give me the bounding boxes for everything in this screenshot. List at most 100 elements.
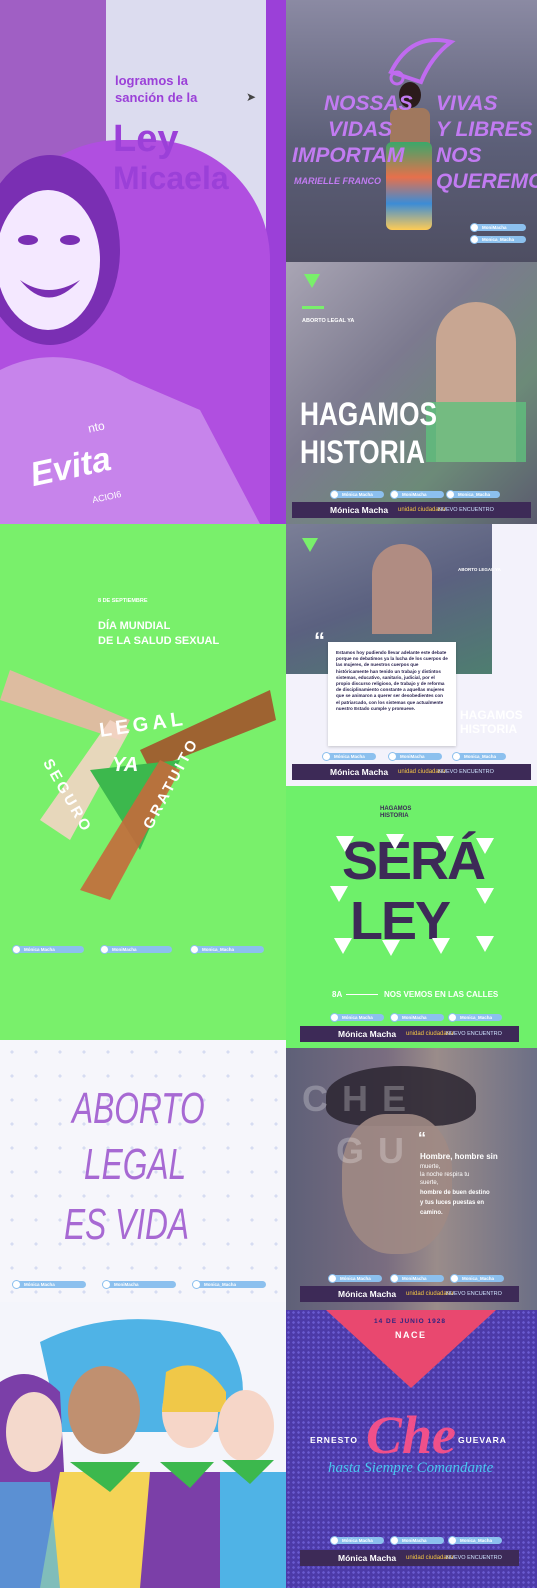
facebook-pill[interactable]: Mónica Macha: [12, 1280, 86, 1289]
title-salud-sexual: DE LA SALUD SEXUAL: [98, 635, 220, 647]
title-historia: HISTORIA: [460, 722, 518, 736]
post-mujeres-ilustracion[interactable]: [0, 1302, 286, 1588]
text-vivas: VIVAS: [436, 92, 498, 115]
title-es-vida: ES VIDA: [64, 1200, 190, 1249]
date-text: 8 DE SEPTIEMBRE: [98, 598, 148, 604]
title-legal: LEGAL: [84, 1140, 187, 1189]
poem-line-3: la noche respira tu: [420, 1172, 470, 1178]
instagram-pill[interactable]: Monica_Macha: [190, 945, 264, 954]
text-vidas: VIDAS: [328, 118, 393, 141]
nuevo-encuentro-logo: NUEVO ENCUENTRO: [446, 1555, 502, 1561]
facebook-pill[interactable]: Mónica Macha: [330, 1536, 384, 1545]
post-sera-ley[interactable]: HAGAMOS HISTORIA SERÁ LEY 8A NOS VEMOS E…: [286, 786, 537, 1048]
poem-line-1: Hombre, hombre sin: [420, 1152, 498, 1161]
instagram-pill[interactable]: Monica_Macha: [192, 1280, 266, 1289]
post-che-nacimiento[interactable]: 14 DE JUNIO 1928 NACE ERNESTO Che GUEVAR…: [286, 1310, 537, 1588]
facebook-pill[interactable]: Mónica Macha: [322, 752, 376, 761]
title-dia-mundial: DÍA MUNDIAL: [98, 620, 171, 632]
nuevo-encuentro-logo: NUEVO ENCUENTRO: [446, 1031, 502, 1037]
post-hagamos-historia[interactable]: ABORTO LEGAL YA HAGAMOS HISTORIA Mónica …: [286, 262, 537, 524]
mouse-cursor-icon: ➤: [246, 90, 257, 104]
twitter-pill[interactable]: MoniMacha: [388, 752, 442, 761]
green-rule: [302, 306, 324, 309]
footer-bar: Mónica Macha unidad ciudadana NUEVO ENCU…: [300, 1286, 519, 1302]
footer-tagline: NOS VEMOS EN LAS CALLES: [384, 990, 499, 999]
women-group-illustration: [0, 1319, 286, 1588]
bg-letters-che: CHE: [302, 1078, 421, 1119]
footer-bar: Mónica Macha unidad ciudadana NUEVO ENCU…: [292, 764, 531, 780]
twitter-pill[interactable]: MoniMacha: [390, 490, 444, 499]
birth-date: 14 DE JUNIO 1928: [374, 1318, 447, 1325]
title-hagamos: HAGAMOS: [460, 708, 523, 722]
facebook-pill[interactable]: Mónica Macha: [328, 1274, 382, 1283]
twitter-pill[interactable]: MoniMacha: [100, 945, 172, 954]
kicker-historia: HISTORIA: [380, 813, 409, 819]
quote-mark: “: [314, 628, 325, 653]
footer-name: Mónica Macha: [330, 767, 389, 777]
word-ya: YA: [112, 754, 139, 776]
instagram-pill[interactable]: Monica_Macha: [448, 1536, 502, 1545]
poem-line-2: muerte,: [420, 1164, 441, 1170]
kicker-hagamos: HAGAMOS: [380, 806, 412, 812]
green-scarf: [426, 402, 526, 462]
post-marielle-franco[interactable]: NOSSAS VIVAS VIDAS Y LIBRES IMPORTAM NOS…: [286, 0, 537, 262]
pañuelo-icon: [302, 538, 318, 552]
footer-name: Mónica Macha: [338, 1553, 397, 1563]
instagram-handle-pill[interactable]: Monica_Macha: [470, 235, 526, 244]
white-kerchiefs-decoration: [330, 834, 494, 956]
twitter-handle-pill[interactable]: MoniMacha: [470, 223, 526, 232]
footer-bar: Mónica Macha unidad ciudadana NUEVO ENCU…: [292, 502, 531, 518]
poem-line-4: suerte,: [420, 1180, 439, 1186]
post-ley-micaela[interactable]: logramos la sanción de la Ley Micaela ➤ …: [0, 0, 286, 524]
text-y-libres: Y LIBRES: [436, 118, 533, 141]
title-ley: Ley: [113, 118, 179, 160]
footer-bar: Mónica Macha unidad ciudadana NUEVO ENCU…: [300, 1026, 519, 1042]
post-dia-salud-sexual[interactable]: 8 DE SEPTIEMBRE DÍA MUNDIAL DE LA SALUD …: [0, 524, 286, 1040]
quote-text: Estamos hoy pudiendo llevar adelante est…: [336, 650, 448, 711]
twitter-pill[interactable]: MoniMacha: [102, 1280, 176, 1289]
instagram-pill[interactable]: Monica_Macha: [450, 1274, 504, 1283]
instagram-pill[interactable]: Monica_Macha: [446, 490, 500, 499]
kicker-text: ABORTO LEGAL YA: [458, 567, 501, 572]
post-che-poema[interactable]: CHE GU “ Hombre, hombre sin muerte, la n…: [286, 1048, 537, 1310]
instagram-pill[interactable]: Monica_Macha: [452, 752, 506, 761]
poem-line-7: camino.: [420, 1210, 443, 1216]
text-nos: NOS: [436, 144, 482, 167]
caption-line2: sanción de la: [115, 90, 198, 105]
footer-rule: [346, 994, 378, 995]
linked-arms-illustration: [0, 670, 276, 900]
facebook-pill[interactable]: Mónica Macha: [330, 1013, 384, 1022]
nuevo-encuentro-logo: NUEVO ENCUENTRO: [438, 769, 494, 775]
instagram-pill[interactable]: Monica_Macha: [448, 1013, 502, 1022]
text-queremos: QUEREMOS: [436, 170, 537, 193]
post-discurso-aborto[interactable]: ABORTO LEGAL YA “ Estamos hoy pudiendo l…: [286, 524, 537, 786]
poem-line-6: y tus luces puestas en: [420, 1200, 485, 1206]
facebook-pill[interactable]: Mónica Macha: [330, 490, 384, 499]
title-historia: HISTORIA: [300, 434, 425, 470]
kicker-text: ABORTO LEGAL YA: [302, 318, 355, 324]
facebook-pill[interactable]: Mónica Macha: [12, 945, 84, 954]
speaker-photo: [372, 544, 432, 634]
title-hagamos: HAGAMOS: [300, 396, 438, 432]
twitter-pill[interactable]: MoniMacha: [390, 1013, 444, 1022]
last-name: GUEVARA: [458, 1435, 507, 1445]
first-name: ERNESTO: [310, 1435, 358, 1445]
pañuelo-icon: [304, 274, 320, 288]
footer-name: Mónica Macha: [338, 1289, 397, 1299]
caption-line1: logramos la: [115, 73, 188, 88]
bg-letters-gu: GU: [336, 1130, 418, 1171]
post-aborto-legal-es-vida[interactable]: ABORTO LEGAL ES VIDA Mónica Macha MoniMa…: [0, 1040, 286, 1302]
nuevo-encuentro-logo: NUEVO ENCUENTRO: [446, 1291, 502, 1297]
twitter-pill[interactable]: MoniMacha: [390, 1274, 444, 1283]
birth-label: NACE: [395, 1330, 427, 1340]
twitter-pill[interactable]: MoniMacha: [390, 1536, 444, 1545]
poem-line-5: hombre de buen destino: [420, 1190, 490, 1196]
text-importam: IMPORTAM: [292, 144, 405, 167]
title-aborto: ABORTO: [72, 1084, 205, 1133]
text-marielle-franco: MARIELLE FRANCO: [294, 176, 381, 186]
footer-bar: Mónica Macha unidad ciudadana NUEVO ENCU…: [300, 1550, 519, 1566]
che-script: Che: [366, 1405, 457, 1465]
footer-date: 8A: [332, 990, 343, 999]
footer-name: Mónica Macha: [338, 1029, 397, 1039]
nuevo-encuentro-logo: NUEVO ENCUENTRO: [438, 507, 494, 513]
